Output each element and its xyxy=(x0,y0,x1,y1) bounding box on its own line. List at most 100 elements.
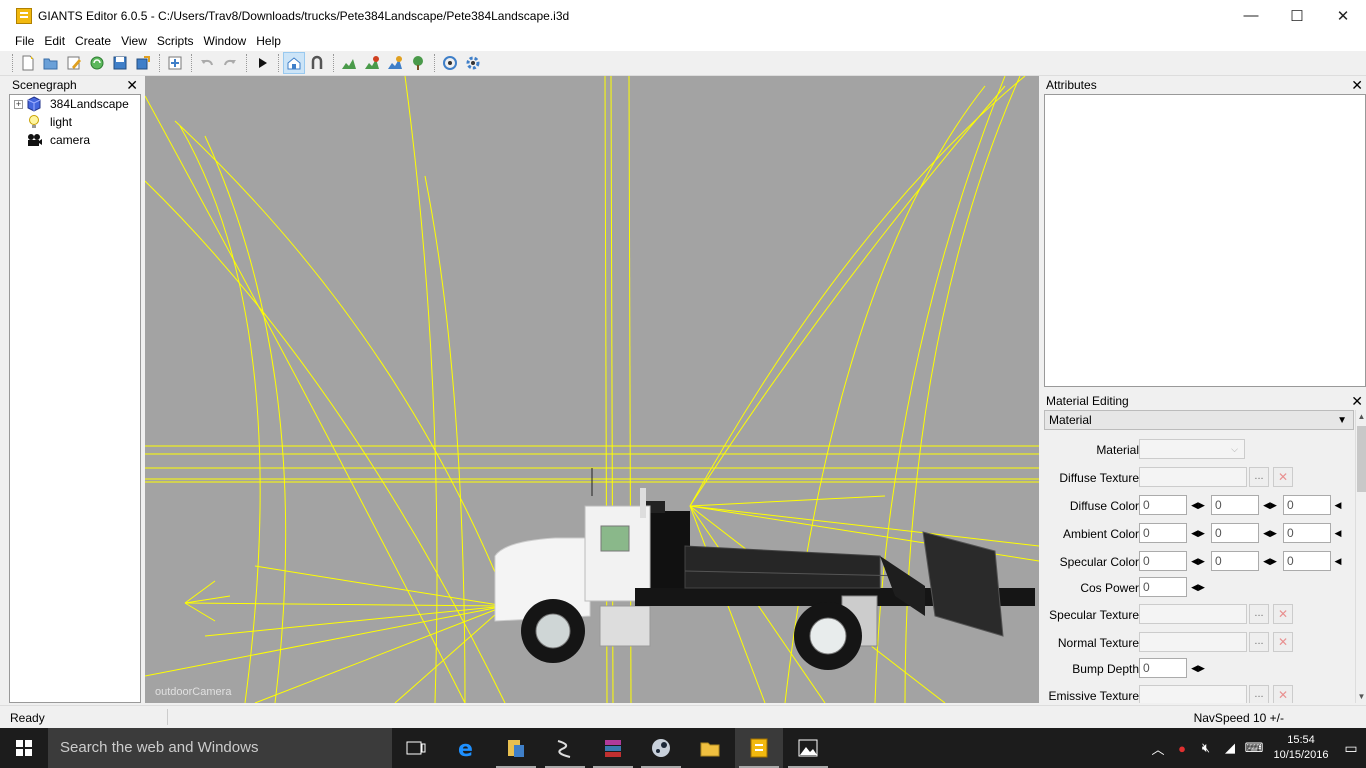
menu-file[interactable]: File xyxy=(10,34,39,48)
import-icon[interactable] xyxy=(164,52,186,74)
taskbar-clock[interactable]: 15:54 10/15/2016 xyxy=(1266,733,1336,763)
ambient-color-r-input[interactable]: 0 xyxy=(1139,523,1187,543)
collapse-triangle-icon[interactable]: ▼ xyxy=(1337,415,1347,426)
normal-texture-field[interactable] xyxy=(1139,632,1247,652)
emissive-texture-clear-button[interactable]: ✕ xyxy=(1273,685,1293,703)
file-manager-app-icon[interactable] xyxy=(492,728,540,768)
menu-scripts[interactable]: Scripts xyxy=(152,34,199,48)
audio-app-icon[interactable] xyxy=(541,728,589,768)
material-section-header[interactable]: Material ▼ xyxy=(1044,410,1354,430)
scenegraph-close-button[interactable]: ✕ xyxy=(126,77,138,94)
foliage-tool-icon[interactable] xyxy=(384,52,406,74)
specular-color-g-input[interactable]: 0 xyxy=(1211,551,1259,571)
winrar-icon[interactable] xyxy=(589,728,637,768)
diffuse-texture-field[interactable] xyxy=(1139,467,1247,487)
ambient-color-r-spinner[interactable]: ◀▶ xyxy=(1189,523,1207,543)
edge-browser-icon[interactable]: e xyxy=(442,728,490,768)
magnet-icon[interactable] xyxy=(306,52,328,74)
material-select[interactable]: ⌵ xyxy=(1139,439,1245,459)
photos-app-icon[interactable] xyxy=(784,728,832,768)
emissive-texture-field[interactable] xyxy=(1139,685,1247,703)
3d-viewport[interactable]: outdoorCamera xyxy=(145,76,1039,703)
bump-depth-spinner[interactable]: ◀▶ xyxy=(1189,658,1207,678)
specular-color-r-input[interactable]: 0 xyxy=(1139,551,1187,571)
specular-color-b-spinner[interactable]: ◀ xyxy=(1333,551,1343,571)
refresh-icon[interactable] xyxy=(86,52,108,74)
scroll-down-arrow-icon[interactable]: ▼ xyxy=(1356,692,1366,701)
volume-muted-icon[interactable]: 🔇︎ xyxy=(1194,740,1218,756)
show-hidden-icons-chevron-icon[interactable]: ︿ xyxy=(1146,739,1170,758)
diffuse-color-g-spinner[interactable]: ◀▶ xyxy=(1261,495,1279,515)
cos-power-spinner[interactable]: ◀▶ xyxy=(1189,577,1207,597)
material-scrollbar[interactable]: ▲ ▼ xyxy=(1355,410,1366,703)
network-wifi-icon[interactable]: ◢ xyxy=(1218,740,1242,756)
steam-icon[interactable] xyxy=(637,728,685,768)
specular-color-g-spinner[interactable]: ◀▶ xyxy=(1261,551,1279,571)
bump-depth-input[interactable]: 0 xyxy=(1139,658,1187,678)
redo-icon[interactable] xyxy=(219,52,241,74)
tree-node-384landscape[interactable]: + 384Landscape xyxy=(14,95,129,113)
settings-gear-icon[interactable] xyxy=(462,52,484,74)
keyboard-language-icon[interactable]: ⌨︎ xyxy=(1242,740,1266,756)
home-icon[interactable] xyxy=(283,52,305,74)
menu-create[interactable]: Create xyxy=(70,34,116,48)
giants-editor-taskbar-icon[interactable] xyxy=(735,728,783,768)
ambient-color-b-input[interactable]: 0 xyxy=(1283,523,1331,543)
specular-texture-clear-button[interactable]: ✕ xyxy=(1273,604,1293,624)
scroll-up-arrow-icon[interactable]: ▲ xyxy=(1356,412,1366,421)
cos-power-input[interactable]: 0 xyxy=(1139,577,1187,597)
terrain-tool-icon[interactable] xyxy=(338,52,360,74)
menu-help[interactable]: Help xyxy=(251,34,286,48)
edit-file-icon[interactable] xyxy=(63,52,85,74)
ambient-color-g-spinner[interactable]: ◀▶ xyxy=(1261,523,1279,543)
specular-color-r-spinner[interactable]: ◀▶ xyxy=(1189,551,1207,571)
new-file-icon[interactable] xyxy=(17,52,39,74)
diffuse-color-r-spinner[interactable]: ◀▶ xyxy=(1189,495,1207,515)
menu-view[interactable]: View xyxy=(116,34,152,48)
diffuse-color-b-spinner[interactable]: ◀ xyxy=(1333,495,1343,515)
normal-texture-clear-button[interactable]: ✕ xyxy=(1273,632,1293,652)
normal-texture-browse-button[interactable]: ... xyxy=(1249,632,1269,652)
ambient-color-g-input[interactable]: 0 xyxy=(1211,523,1259,543)
light-wireframe-lines xyxy=(145,76,1039,703)
menu-edit[interactable]: Edit xyxy=(39,34,70,48)
task-view-icon[interactable] xyxy=(392,728,440,768)
diffuse-color-b-input[interactable]: 0 xyxy=(1283,495,1331,515)
tree-expander[interactable]: + xyxy=(14,99,23,109)
menu-bar: File Edit Create View Scripts Window Hel… xyxy=(0,31,1366,51)
action-center-icon[interactable]: ▭ xyxy=(1336,740,1366,757)
tree-node-camera[interactable]: camera xyxy=(26,131,90,149)
status-text: Ready xyxy=(10,711,45,725)
attributes-close-button[interactable]: ✕ xyxy=(1351,77,1363,94)
material-editing-title: Material Editing xyxy=(1046,394,1129,408)
diffuse-texture-clear-button[interactable]: ✕ xyxy=(1273,467,1293,487)
scenegraph-tree[interactable]: + 384Landscape light camera xyxy=(9,94,141,703)
ambient-color-b-spinner[interactable]: ◀ xyxy=(1333,523,1343,543)
emissive-texture-browse-button[interactable]: ... xyxy=(1249,685,1269,703)
taskbar-search-box[interactable]: Search the web and Windows xyxy=(48,728,392,768)
tree-node-light[interactable]: light xyxy=(26,113,72,131)
menu-window[interactable]: Window xyxy=(199,34,252,48)
open-folder-icon[interactable] xyxy=(40,52,62,74)
material-editing-close-button[interactable]: ✕ xyxy=(1351,393,1363,410)
diffuse-color-r-input[interactable]: 0 xyxy=(1139,495,1187,515)
maximize-button[interactable]: ☐ xyxy=(1274,0,1320,31)
undo-icon[interactable] xyxy=(196,52,218,74)
specular-texture-browse-button[interactable]: ... xyxy=(1249,604,1269,624)
antivirus-tray-icon[interactable]: ● xyxy=(1170,741,1194,756)
scrollbar-thumb[interactable] xyxy=(1357,426,1366,492)
transform-gizmo-icon[interactable] xyxy=(439,52,461,74)
save-icon[interactable] xyxy=(109,52,131,74)
export-icon[interactable] xyxy=(132,52,154,74)
paint-terrain-icon[interactable] xyxy=(361,52,383,74)
play-icon[interactable] xyxy=(251,52,273,74)
file-explorer-icon[interactable] xyxy=(686,728,734,768)
start-button[interactable] xyxy=(0,728,48,768)
minimize-button[interactable]: — xyxy=(1228,0,1274,31)
tree-tool-icon[interactable] xyxy=(407,52,429,74)
diffuse-color-g-input[interactable]: 0 xyxy=(1211,495,1259,515)
specular-texture-field[interactable] xyxy=(1139,604,1247,624)
close-window-button[interactable]: ✕ xyxy=(1320,0,1366,31)
specular-color-b-input[interactable]: 0 xyxy=(1283,551,1331,571)
diffuse-texture-browse-button[interactable]: ... xyxy=(1249,467,1269,487)
